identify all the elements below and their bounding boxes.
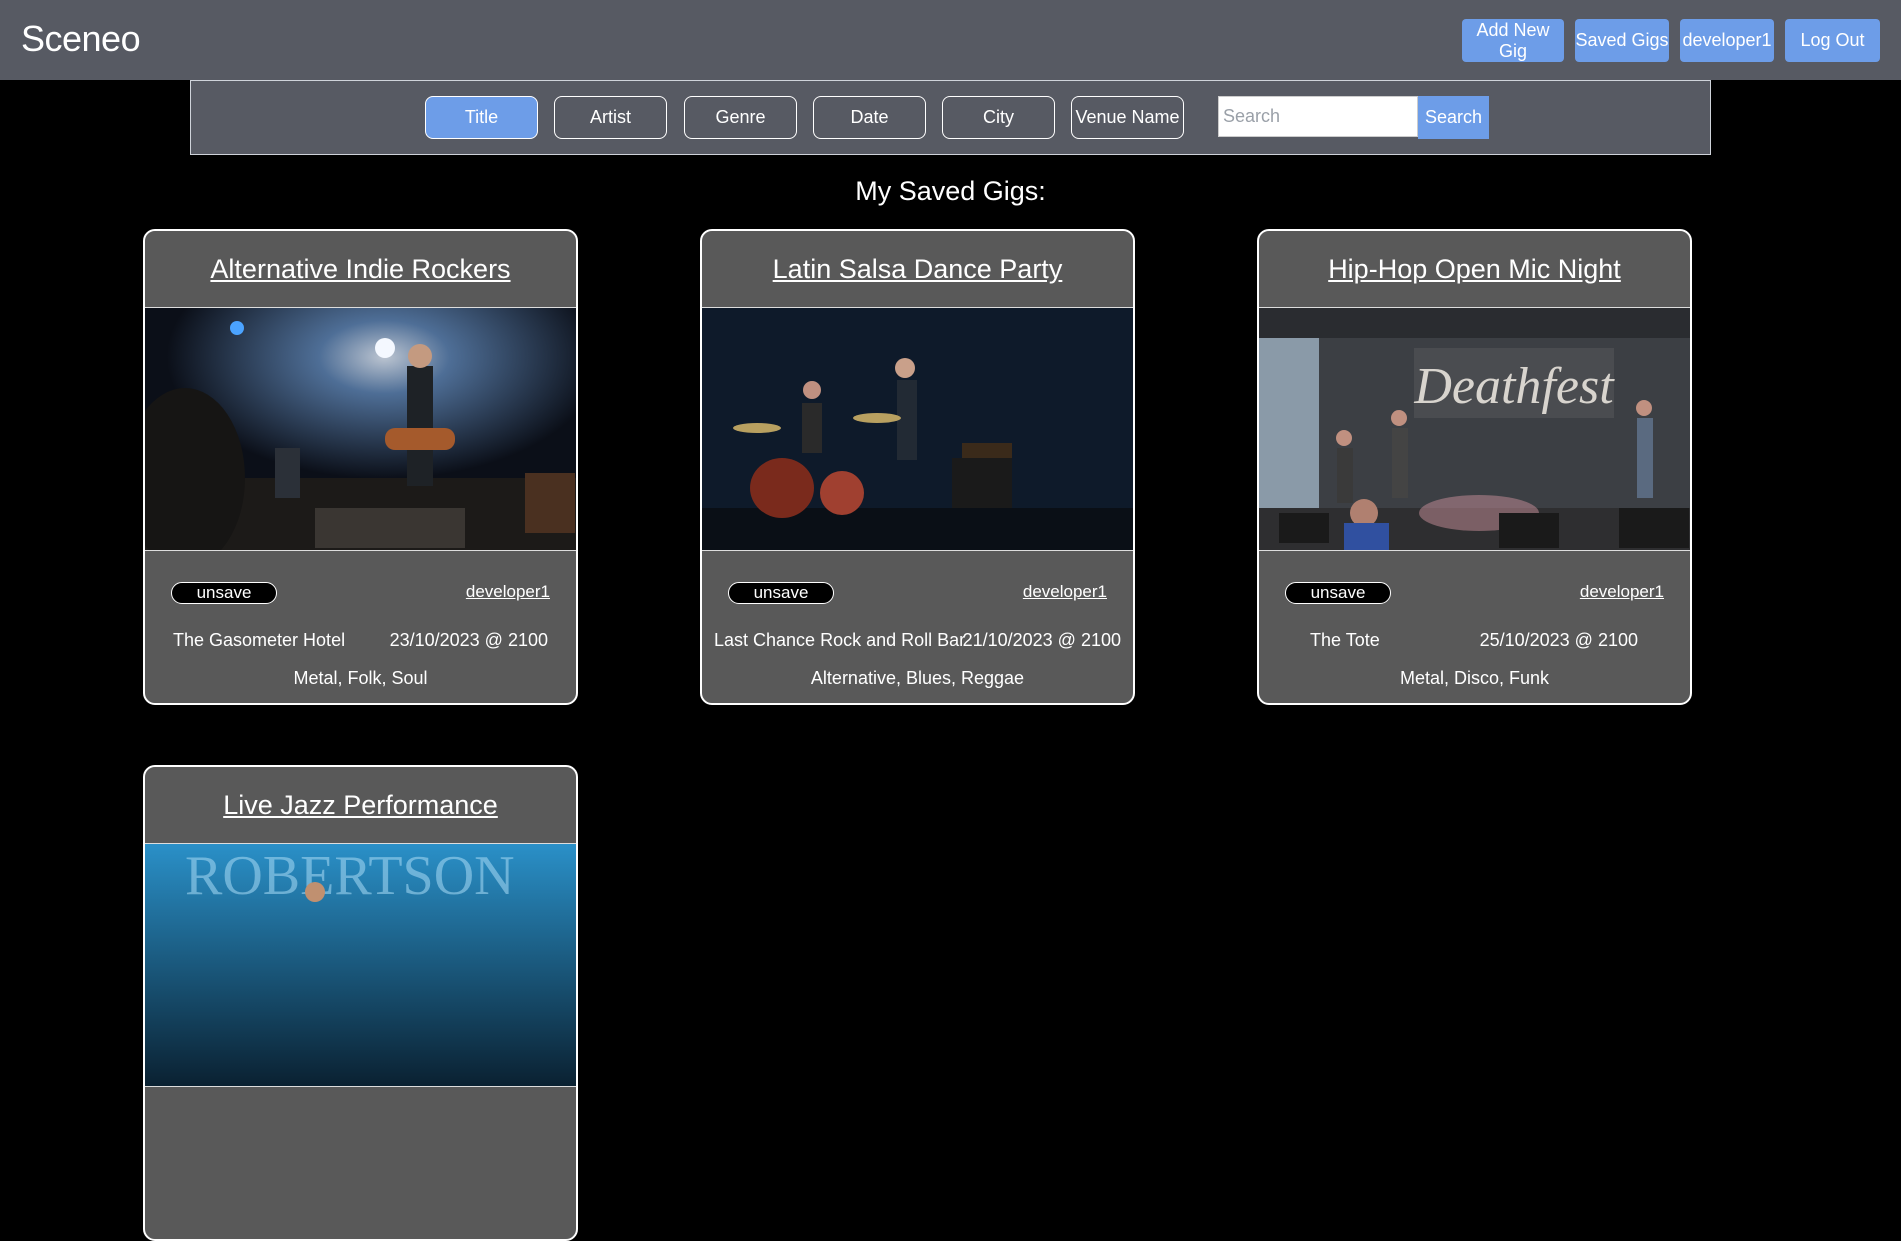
gig-card: Alternative Indie Rockers unsave develop… bbox=[143, 229, 578, 705]
gig-photo: Deathfest bbox=[1259, 307, 1690, 551]
page-title: My Saved Gigs: bbox=[855, 176, 1046, 206]
search-input[interactable] bbox=[1218, 96, 1418, 137]
gig-photo bbox=[702, 307, 1133, 551]
search-button[interactable]: Search bbox=[1418, 96, 1489, 139]
gig-venue: The Gasometer Hotel bbox=[173, 630, 346, 650]
gig-title-link[interactable]: Latin Salsa Dance Party bbox=[702, 231, 1133, 307]
filter-city-button[interactable]: City bbox=[942, 96, 1055, 139]
unsave-button[interactable]: unsave bbox=[171, 582, 277, 604]
posted-by-link[interactable]: developer1 bbox=[1023, 582, 1107, 602]
saved-gigs-button[interactable]: Saved Gigs bbox=[1575, 19, 1669, 62]
top-navbar: Sceneo Add New Gig Saved Gigs developer1… bbox=[0, 0, 1901, 80]
gig-datetime: 23/10/2023 @ 2100 bbox=[389, 630, 548, 650]
gig-card: Hip-Hop Open Mic Night Deathfest unsave … bbox=[1257, 229, 1692, 705]
unsave-button[interactable]: unsave bbox=[728, 582, 834, 604]
gig-title-link[interactable]: Hip-Hop Open Mic Night bbox=[1259, 231, 1690, 307]
svg-text:ROBERTSON: ROBERTSON bbox=[185, 845, 515, 907]
filter-artist-button[interactable]: Artist bbox=[554, 96, 667, 139]
posted-by-link[interactable]: developer1 bbox=[466, 582, 550, 602]
brand-logo[interactable]: Sceneo bbox=[21, 18, 141, 60]
gig-card: Latin Salsa Dance Party unsave developer… bbox=[700, 229, 1135, 705]
filter-title-button[interactable]: Title bbox=[425, 96, 538, 139]
gig-card: Live Jazz Performance ROBERTSON bbox=[143, 765, 578, 1241]
gig-datetime: 25/10/2023 @ 2100 bbox=[1479, 630, 1638, 650]
unsave-button[interactable]: unsave bbox=[1285, 582, 1391, 604]
gig-photo: ROBERTSON bbox=[145, 843, 576, 1087]
gig-venue: Last Chance Rock and Roll Bar bbox=[714, 630, 966, 650]
gig-genres: Metal, Disco, Funk bbox=[1399, 668, 1550, 688]
gig-photo bbox=[145, 307, 576, 551]
gig-title-link[interactable]: Alternative Indie Rockers bbox=[145, 231, 576, 307]
profile-button[interactable]: developer1 bbox=[1680, 19, 1774, 62]
gig-venue: The Tote bbox=[1310, 630, 1380, 650]
filter-venue-name-button[interactable]: Venue Name bbox=[1071, 96, 1184, 139]
posted-by-link[interactable]: developer1 bbox=[1580, 582, 1664, 602]
search-filter-bar: Title Artist Genre Date City Venue Name … bbox=[190, 80, 1711, 155]
gig-title-link[interactable]: Live Jazz Performance bbox=[145, 767, 576, 843]
add-new-gig-button[interactable]: Add New Gig bbox=[1462, 19, 1564, 62]
svg-text:Deathfest: Deathfest bbox=[1413, 358, 1615, 415]
gig-genres: Metal, Folk, Soul bbox=[293, 668, 428, 688]
gig-genres: Alternative, Blues, Reggae bbox=[810, 668, 1025, 688]
gig-datetime: 21/10/2023 @ 2100 bbox=[962, 630, 1121, 650]
filter-date-button[interactable]: Date bbox=[813, 96, 926, 139]
log-out-button[interactable]: Log Out bbox=[1785, 19, 1880, 62]
filter-genre-button[interactable]: Genre bbox=[684, 96, 797, 139]
